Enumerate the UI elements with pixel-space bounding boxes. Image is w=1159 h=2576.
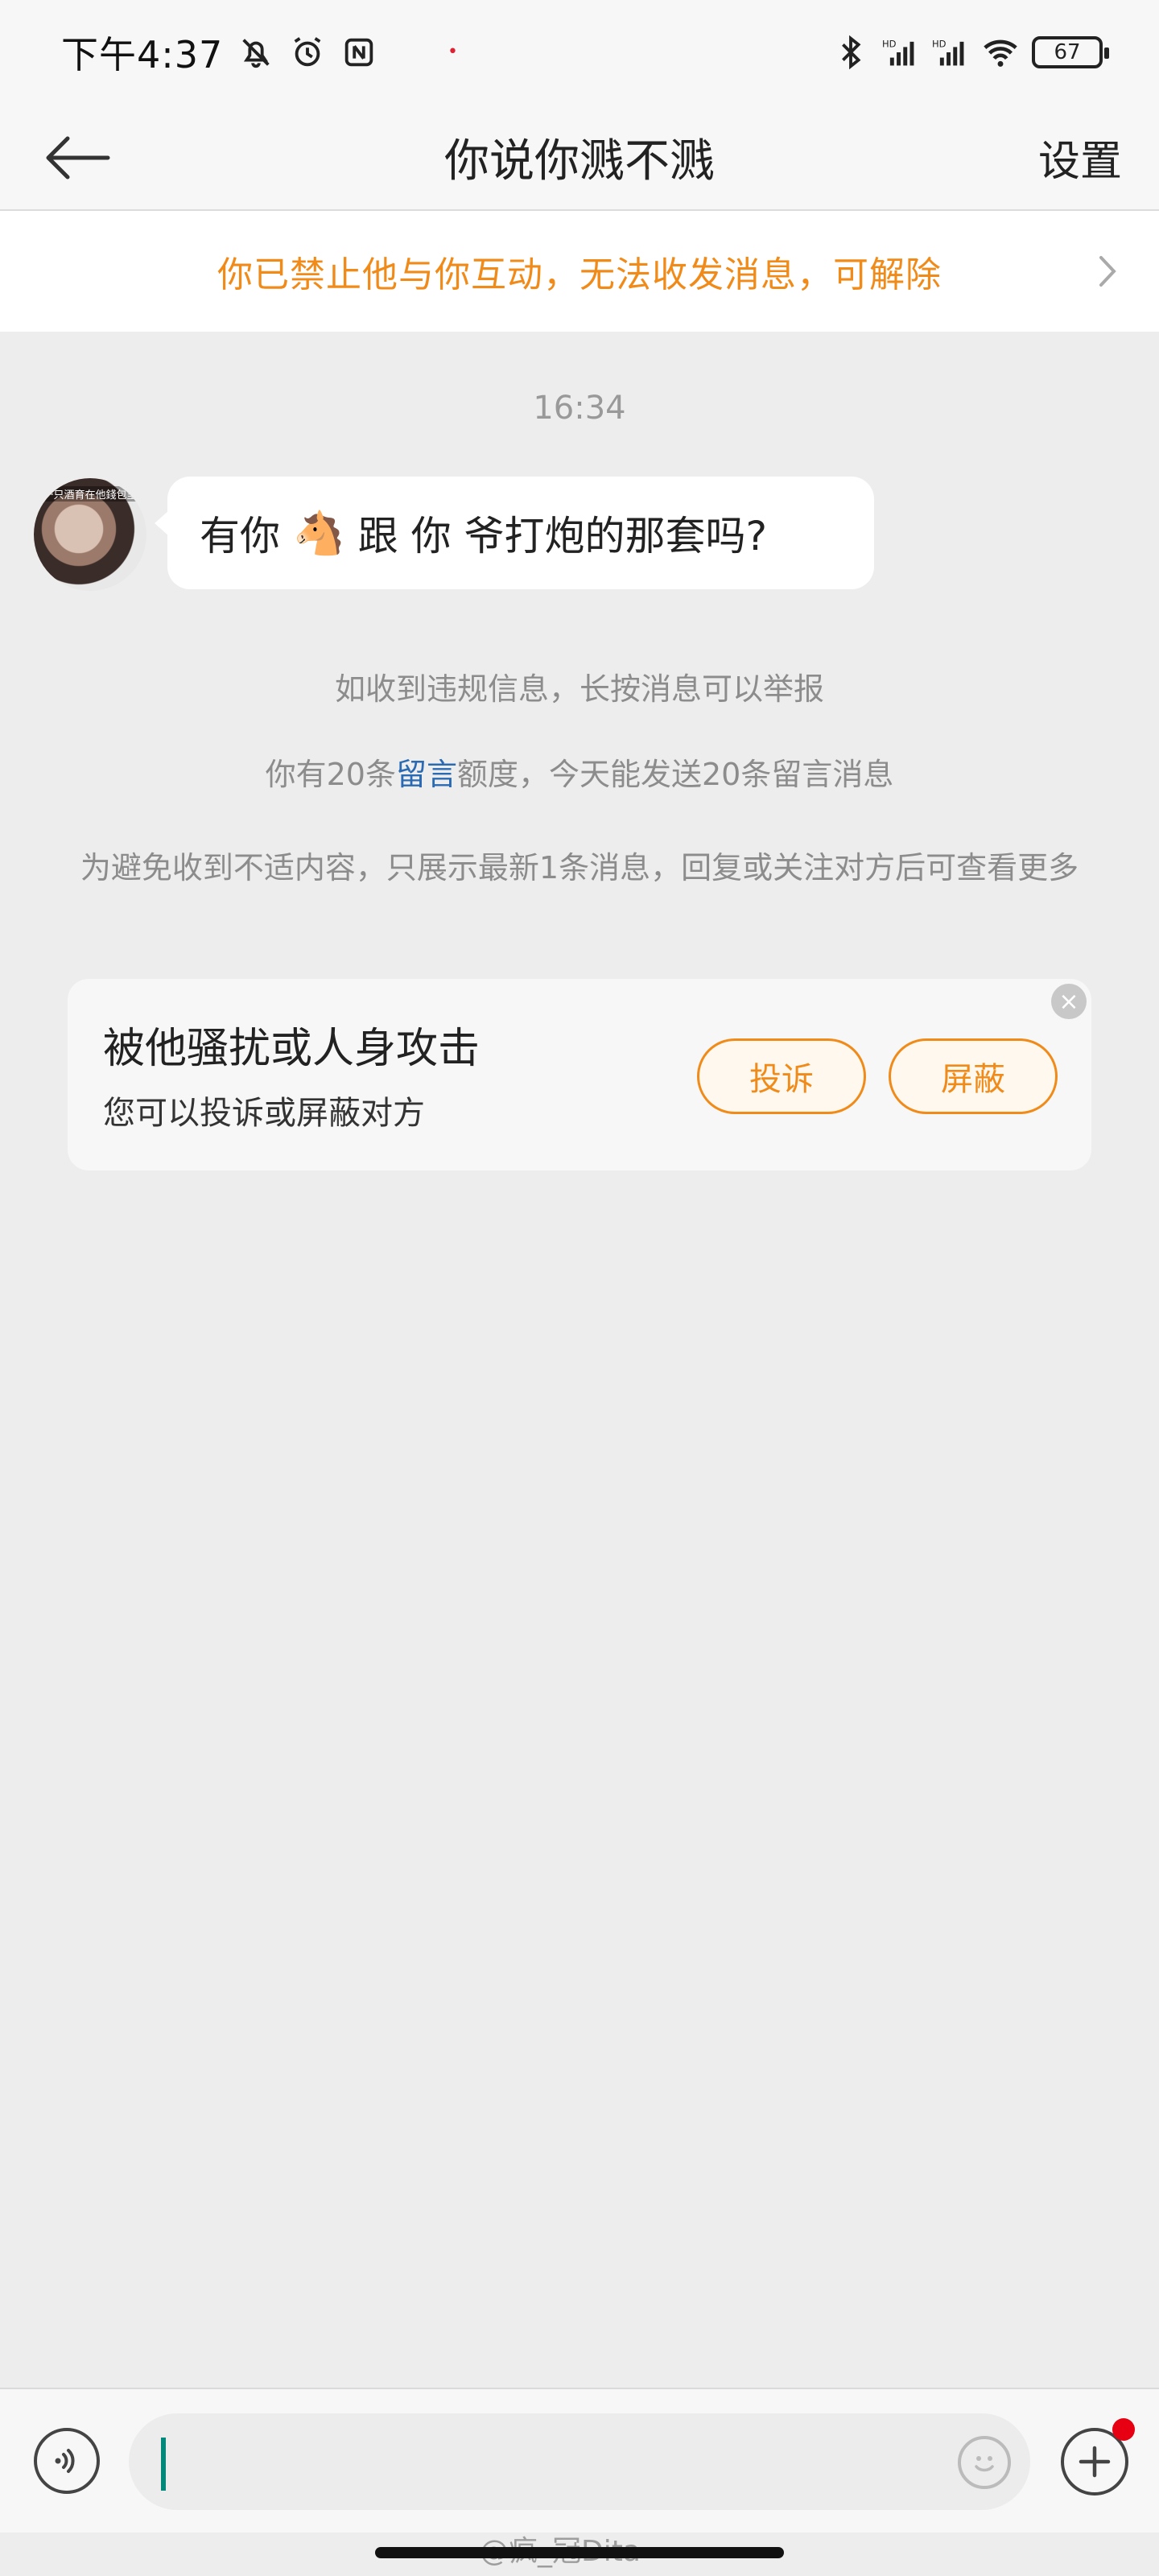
horse-emoji-icon: 🐴 (293, 509, 345, 558)
page-title: 你说你溅不溅 (444, 134, 715, 188)
status-dot: • (448, 42, 458, 62)
signal-hd-icon: HD (882, 38, 914, 66)
nfc-icon (345, 38, 373, 67)
message-text-post: 跟 你 爷打炮的那套吗? (357, 513, 768, 559)
text-caret (161, 2438, 166, 2491)
bluetooth-icon (842, 35, 861, 70)
status-bar: 下午4:37 • HD HD 67 (0, 0, 1159, 105)
svg-text:HD: HD (882, 38, 897, 49)
voice-button[interactable] (34, 2428, 100, 2494)
avatar[interactable]: 一只酒育在他錢包里 (34, 478, 146, 591)
quota-text-post: 额度，今天能发送20条留言消息 (457, 757, 894, 792)
card-subtitle: 您可以投诉或屏蔽对方 (103, 1095, 425, 1132)
block-notice-text: 你已禁止他与你互动，无法收发消息，可解除 (217, 254, 942, 295)
block-button[interactable]: 屏蔽 (889, 1038, 1058, 1114)
quota-link[interactable]: 留言 (396, 757, 457, 792)
settings-button[interactable]: 设置 (1038, 127, 1122, 188)
emoji-button[interactable] (958, 2436, 1011, 2489)
message-timestamp: 16:34 (533, 390, 626, 427)
report-hint: 如收到违规信息，长按消息可以举报 (334, 671, 824, 707)
input-bar (0, 2388, 1159, 2533)
mute-bell-icon (242, 39, 270, 68)
nav-bar: 你说你溅不溅 设置 (0, 105, 1159, 211)
quota-text-pre: 你有20条 (265, 757, 396, 792)
signal-hd-2-icon: HD (932, 38, 964, 66)
message-text-pre: 有你 (200, 513, 280, 559)
message-input[interactable] (129, 2413, 1030, 2510)
card-title: 被他骚扰或人身攻击 (103, 1025, 481, 1073)
svg-text:HD: HD (932, 38, 947, 49)
harassment-card: × 被他骚扰或人身攻击 您可以投诉或屏蔽对方 投诉 屏蔽 (68, 979, 1091, 1170)
message-limit-hint: 为避免收到不适内容，只展示最新1条消息，回复或关注对方后可查看更多 (80, 850, 1079, 886)
complain-button[interactable]: 投诉 (697, 1038, 866, 1114)
avatar-caption: 一只酒育在他錢包里 (34, 486, 146, 502)
voice-icon (55, 2449, 75, 2473)
block-notice-banner[interactable]: 你已禁止他与你互动，无法收发消息，可解除 (0, 211, 1159, 332)
close-icon[interactable]: × (1051, 984, 1087, 1019)
notification-dot (1112, 2418, 1135, 2441)
battery-level: 67 (1054, 40, 1081, 64)
battery-indicator: 67 (1032, 36, 1109, 68)
chevron-right-icon (1099, 256, 1116, 287)
plus-icon (1079, 2446, 1111, 2478)
quota-hint: 你有20条留言额度，今天能发送20条留言消息 (72, 752, 1087, 797)
status-time: 下午4:37 (61, 33, 224, 76)
wifi-icon (984, 39, 1017, 67)
message-bubble[interactable]: 有你 🐴 跟 你 爷打炮的那套吗? (155, 477, 874, 589)
alarm-icon (294, 37, 321, 67)
home-indicator[interactable] (375, 2547, 784, 2558)
smiley-icon (975, 2456, 994, 2472)
